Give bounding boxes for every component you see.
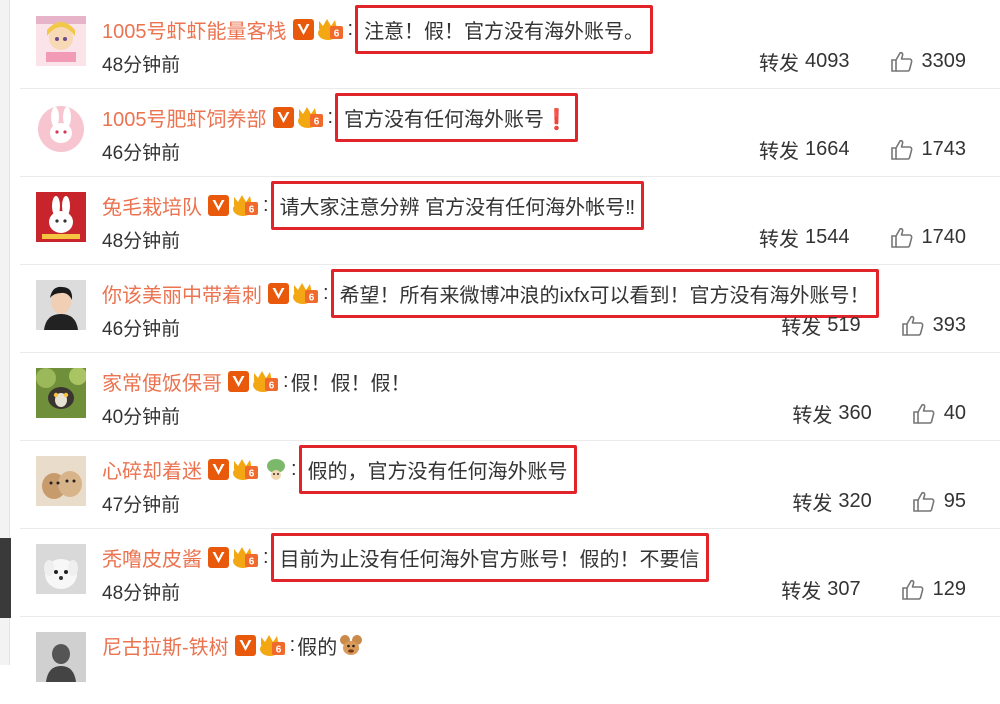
comment-time: 40分钟前 [102,407,181,428]
username[interactable]: 心碎却着迷 [102,455,202,484]
repost-button[interactable]: 转发 [759,135,799,164]
comment-item: 你该美丽中带着刺 : 希望！所有来微博冲浪的ixfx可以看到！官方没有海外账号！… [20,264,1000,353]
jerry-mouse-emoji-icon [340,635,363,655]
comment-item: 心碎却着迷 : 假的，官方没有任何海外账号 47分钟前 转发 320 95 [20,440,1000,529]
repost-button[interactable]: 转发 [781,575,821,604]
verified-v-icon [293,19,314,40]
level-crown-icon [317,17,345,41]
comment-item: 家常便饭保哥 : 假！假！假！ 40分钟前 转发 360 40 [20,352,1000,441]
username[interactable]: 家常便饭保哥 [102,367,222,396]
comment-time: 48分钟前 [102,55,181,76]
colon: : [289,633,296,656]
comment-item: 兔毛栽培队 : 请大家注意分辨 官方没有任何海外帐号‼ 48分钟前 转发 154… [20,176,1000,265]
comment-time: 46分钟前 [102,143,181,164]
username[interactable]: 兔毛栽培队 [102,191,202,220]
colon: : [323,281,329,304]
comment-text: 注意！假！官方没有海外账号。 [355,4,654,54]
comment-time: 47分钟前 [102,495,181,516]
username[interactable]: 尼古拉斯-铁树 [102,631,229,660]
repost-count: 1544 [805,226,850,248]
avatar[interactable] [36,544,86,594]
avatar[interactable] [36,368,86,418]
repost-button[interactable]: 转发 [759,223,799,252]
repost-button[interactable]: 转发 [759,47,799,76]
verified-v-icon [208,195,229,216]
colon: : [283,369,289,392]
like-count: 95 [943,490,966,512]
like-count: 1743 [921,138,967,160]
level-crown-icon [259,633,287,657]
level-crown-icon [292,281,320,305]
repost-count: 519 [827,314,861,336]
comment-text: 假！假！假！ [290,372,411,395]
colon: : [347,17,354,40]
level-crown-icon [297,105,325,129]
repost-button[interactable]: 转发 [792,487,832,516]
repost-count: 1664 [805,138,850,160]
repost-count: 307 [827,578,861,600]
level-crown-icon [232,457,260,481]
comment-time: 48分钟前 [102,231,181,252]
comment-text: 官方没有任何海外账号❗ [335,92,578,142]
avatar[interactable] [36,104,86,154]
username[interactable]: 1005号虾虾能量客栈 [102,15,287,44]
thumbs-up-icon[interactable] [890,226,914,250]
username[interactable]: 1005号肥虾饲养部 [102,103,267,132]
thumbs-up-icon[interactable] [901,578,925,602]
comment-time: 48分钟前 [102,583,181,604]
comment-text: 假的 [297,636,338,659]
repost-button[interactable]: 转发 [792,399,832,428]
like-count: 3309 [921,50,967,72]
comment-item: 1005号虾虾能量客栈 : 注意！假！官方没有海外账号。 48分钟前 转发 40… [20,0,1000,89]
thumbs-up-icon[interactable] [890,50,914,74]
avatar[interactable] [36,280,86,330]
colon: : [263,193,269,216]
repost-button[interactable]: 转发 [781,311,821,340]
colon: : [263,545,269,568]
avatar[interactable] [36,456,86,506]
thumbs-up-icon[interactable] [912,490,936,514]
username[interactable]: 你该美丽中带着刺 [102,279,262,308]
verified-v-icon [228,371,249,392]
comment-text: 目前为止没有任何海外官方账号！假的！不要信 [270,532,709,582]
like-count: 1740 [921,226,967,248]
like-count: 129 [932,578,966,600]
verified-v-icon [208,547,229,568]
comment-item: 1005号肥虾饲养部 : 官方没有任何海外账号❗ 46分钟前 转发 1664 1… [20,88,1000,177]
repost-count: 4093 [805,50,850,72]
repost-count: 320 [838,490,872,512]
colon: : [291,457,297,480]
repost-count: 360 [838,402,872,424]
comment-item: 尼古拉斯-铁树 : 假的 [20,616,1000,704]
level-crown-icon [252,369,280,393]
level-crown-icon [232,193,260,217]
level-crown-icon [232,545,260,569]
avatar[interactable] [36,632,86,682]
comment-text: 请大家注意分辨 官方没有任何海外帐号‼ [270,180,645,230]
verified-v-icon [208,459,229,480]
colon: : [327,105,334,128]
like-count: 393 [932,314,966,336]
verified-v-icon [273,107,294,128]
tree-emoji-icon [267,459,285,480]
username[interactable]: 秃噜皮皮酱 [102,543,202,572]
comment-item: 秃噜皮皮酱 : 目前为止没有任何海外官方账号！假的！不要信 48分钟前 转发 3… [20,528,1000,617]
verified-v-icon [235,635,256,656]
like-count: 40 [943,402,966,424]
thumbs-up-icon[interactable] [890,138,914,162]
verified-v-icon [268,283,289,304]
avatar[interactable] [36,16,86,66]
comment-time: 46分钟前 [102,319,181,340]
comment-text: 假的，官方没有任何海外账号 [298,444,577,494]
scrollbar-thumb[interactable] [0,538,11,618]
avatar[interactable] [36,192,86,242]
thumbs-up-icon[interactable] [912,402,936,426]
thumbs-up-icon[interactable] [901,314,925,338]
